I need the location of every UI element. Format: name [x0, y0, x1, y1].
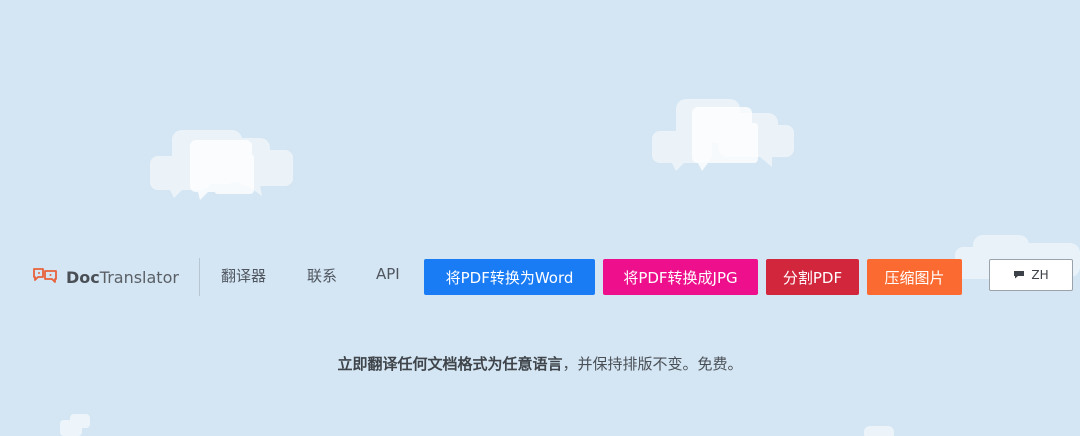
cloud-illustration-bottom-left: [60, 414, 90, 436]
nav-link-contact[interactable]: 联系: [307, 265, 337, 286]
nav-divider: [199, 258, 200, 296]
chat-bubbles-logo-icon: [32, 267, 58, 287]
cloud-illustration-left: [150, 130, 293, 200]
tagline: 立即翻译任何文档格式为任意语言，并保持排版不变。免费。: [0, 353, 1080, 374]
compress-image-button[interactable]: 压缩图片: [867, 259, 962, 295]
top-navigation-bar: DocTranslator 翻译器 联系 API 将PDF转换为Word 将PD…: [0, 255, 1080, 299]
cloud-illustration-bottom-right: [864, 426, 894, 436]
brand-name: DocTranslator: [66, 267, 179, 287]
cloud-illustration-middle: [652, 99, 794, 171]
brand-logo-link[interactable]: DocTranslator: [32, 263, 179, 291]
pdf-to-word-button[interactable]: 将PDF转换为Word: [424, 259, 595, 295]
language-selector-button[interactable]: ZH: [989, 259, 1073, 291]
pdf-to-jpg-button[interactable]: 将PDF转换成JPG: [603, 259, 758, 295]
speech-bubble-icon: [1013, 268, 1025, 282]
tagline-emphasis: 立即翻译任何文档格式为任意语言: [337, 355, 563, 373]
nav-link-translator[interactable]: 翻译器: [221, 265, 266, 286]
split-pdf-button[interactable]: 分割PDF: [766, 259, 859, 295]
nav-link-api[interactable]: API: [376, 265, 400, 283]
tagline-rest: ，并保持排版不变。免费。: [562, 355, 743, 373]
language-label: ZH: [1031, 268, 1049, 282]
